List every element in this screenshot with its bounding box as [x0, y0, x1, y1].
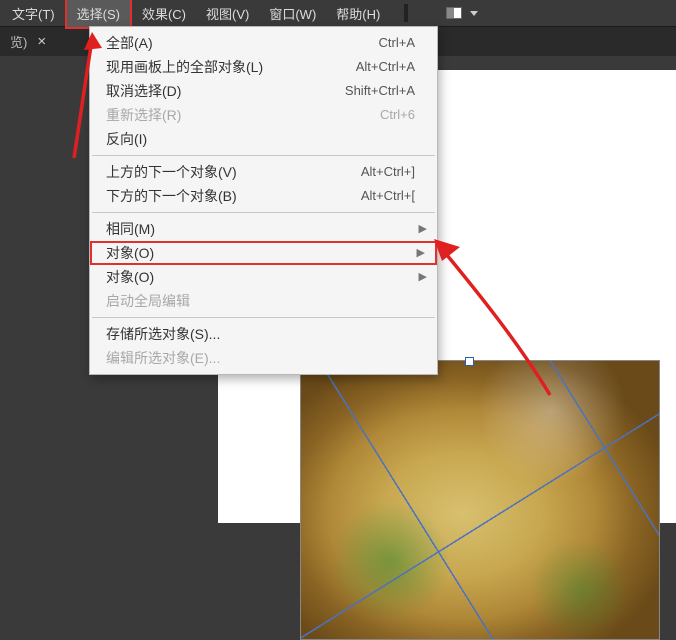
- menu-separator: [92, 155, 435, 156]
- document-tab[interactable]: 览) ×: [0, 26, 58, 57]
- menu-item-reselect: 重新选择(R) Ctrl+6: [90, 103, 437, 127]
- menu-separator: [92, 212, 435, 213]
- menu-item-global-edit: 启动全局编辑: [90, 289, 437, 313]
- placed-image[interactable]: [300, 360, 660, 640]
- menu-item-object-highlighted[interactable]: 对象(O) ▶: [90, 241, 437, 265]
- menu-item-deselect[interactable]: 取消选择(D) Shift+Ctrl+A: [90, 79, 437, 103]
- select-menu-dropdown: 全部(A) Ctrl+A 现用画板上的全部对象(L) Alt+Ctrl+A 取消…: [89, 26, 438, 375]
- menu-text[interactable]: 文字(T): [2, 0, 65, 27]
- menu-item-same[interactable]: 相同(M) ▶: [90, 217, 437, 241]
- menu-window[interactable]: 窗口(W): [259, 0, 326, 27]
- menubar-divider: [404, 4, 408, 22]
- menu-item-object[interactable]: 对象(O) ▶: [90, 265, 437, 289]
- selection-handle[interactable]: [465, 357, 474, 366]
- tab-label: 览): [10, 32, 27, 51]
- chevron-right-icon: ▶: [419, 268, 427, 286]
- menu-select[interactable]: 选择(S): [65, 0, 132, 29]
- menu-help[interactable]: 帮助(H): [326, 0, 390, 27]
- workspace-swatch-icon[interactable]: [446, 7, 462, 19]
- menu-item-next-above[interactable]: 上方的下一个对象(V) Alt+Ctrl+]: [90, 160, 437, 184]
- menu-item-all[interactable]: 全部(A) Ctrl+A: [90, 31, 437, 55]
- menu-separator: [92, 317, 435, 318]
- menu-view[interactable]: 视图(V): [196, 0, 259, 27]
- menu-item-all-artboard[interactable]: 现用画板上的全部对象(L) Alt+Ctrl+A: [90, 55, 437, 79]
- close-icon[interactable]: ×: [35, 33, 48, 50]
- menu-item-next-below[interactable]: 下方的下一个对象(B) Alt+Ctrl+[: [90, 184, 437, 208]
- menu-effect[interactable]: 效果(C): [132, 0, 196, 27]
- menu-item-edit-selection: 编辑所选对象(E)...: [90, 346, 437, 370]
- workspace-caret-icon[interactable]: [470, 11, 478, 16]
- chevron-right-icon: ▶: [419, 220, 427, 238]
- menu-item-save-selection[interactable]: 存储所选对象(S)...: [90, 322, 437, 346]
- menu-item-inverse[interactable]: 反向(I): [90, 127, 437, 151]
- chevron-right-icon: ▶: [417, 244, 425, 262]
